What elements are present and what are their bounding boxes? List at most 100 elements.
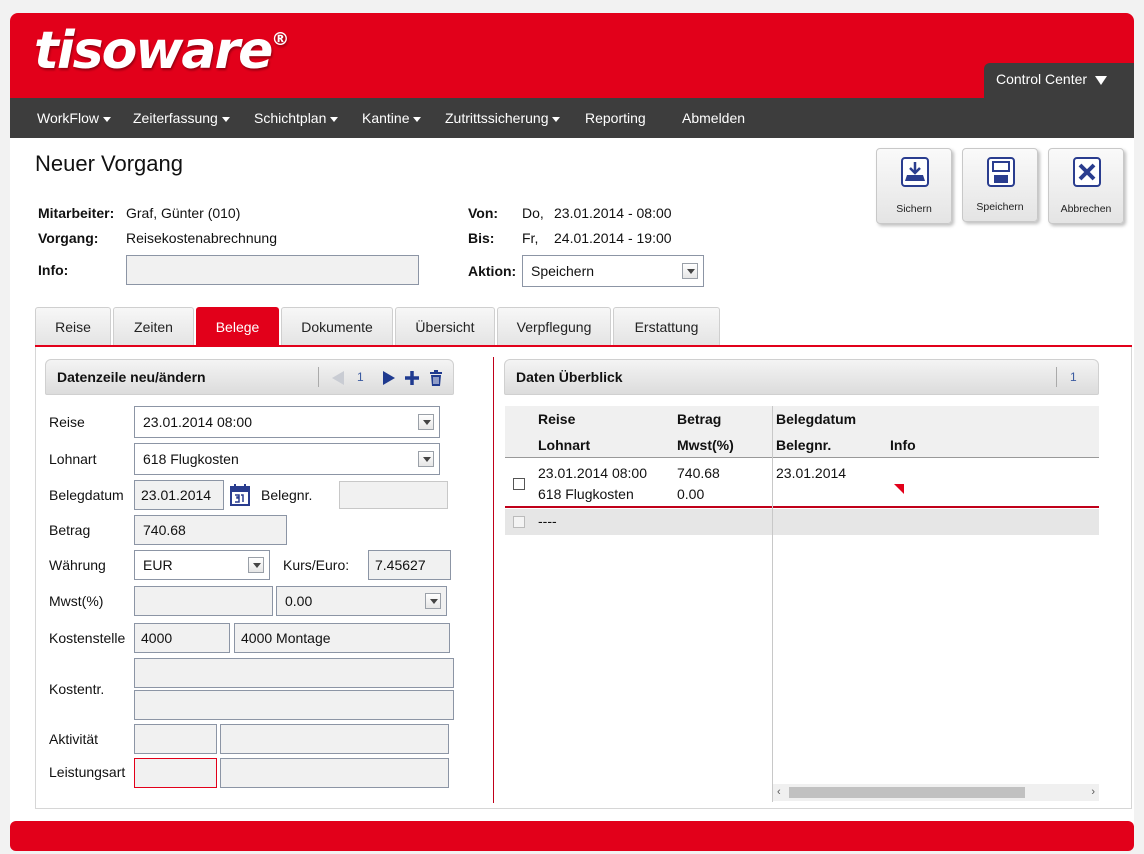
kostenstelle-code-input[interactable]: 4000 xyxy=(134,623,230,653)
waehrung-select[interactable]: EUR xyxy=(134,550,270,580)
leistungsart-label: Leistungsart xyxy=(49,764,126,780)
nav-abmelden[interactable]: Abmelden xyxy=(682,98,745,138)
download-tray-icon xyxy=(901,157,929,187)
table-row[interactable]: ---- xyxy=(505,509,1099,535)
chevron-down-icon xyxy=(248,557,264,573)
right-panel-title: Daten Überblick xyxy=(516,369,623,385)
row-checkbox[interactable] xyxy=(513,516,525,528)
belegdatum-input[interactable]: 23.01.2014 xyxy=(134,480,224,510)
calendar-icon[interactable] xyxy=(230,484,250,506)
belegnr-input[interactable] xyxy=(339,481,448,509)
next-page-icon[interactable] xyxy=(382,370,396,386)
speichern-button[interactable]: Speichern xyxy=(962,148,1038,222)
reise-select[interactable]: 23.01.2014 08:00 xyxy=(134,406,440,438)
bis-label: Bis: xyxy=(468,230,495,246)
kostentr-input-2[interactable] xyxy=(134,690,454,720)
abbrechen-label: Abbrechen xyxy=(1060,203,1112,215)
tab-zeiten[interactable]: Zeiten xyxy=(113,307,194,345)
col-info[interactable]: Info xyxy=(890,437,916,453)
chevron-down-icon xyxy=(102,116,111,122)
waehrung-label: Währung xyxy=(49,557,106,573)
aktion-select[interactable]: Speichern xyxy=(522,255,704,287)
nav-schichtplan[interactable]: Schichtplan xyxy=(254,98,339,138)
col-mwst[interactable]: Mwst(%) xyxy=(677,437,734,453)
kostenstelle-name-input[interactable]: 4000 Montage xyxy=(234,623,450,653)
col-lohnart[interactable]: Lohnart xyxy=(538,437,590,453)
abbrechen-button[interactable]: Abbrechen xyxy=(1048,148,1124,224)
scroll-right-icon[interactable]: › xyxy=(1091,786,1095,798)
kostentr-label: Kostentr. xyxy=(49,681,105,697)
row-reise: ---- xyxy=(538,513,557,529)
tab-dokumente[interactable]: Dokumente xyxy=(281,307,393,345)
kostenstelle-label: Kostenstelle xyxy=(49,630,126,646)
kostentr-input-1[interactable] xyxy=(134,658,454,688)
floppy-disk-icon xyxy=(987,157,1015,187)
table-row[interactable]: 23.01.2014 08:00 618 Flugkosten 740.68 0… xyxy=(505,459,1099,508)
row-belegdatum: 23.01.2014 xyxy=(776,465,847,481)
betrag-input[interactable]: 740.68 xyxy=(134,515,287,545)
bis-day: Fr, xyxy=(522,230,539,246)
aktivitaet-code-input[interactable] xyxy=(134,724,217,754)
nav-zeiterfassung[interactable]: Zeiterfassung xyxy=(133,98,230,138)
prev-page-icon[interactable] xyxy=(331,370,345,386)
col-belegnr[interactable]: Belegnr. xyxy=(776,437,831,453)
row-betrag: 740.68 xyxy=(677,465,720,481)
tab-erstattung[interactable]: Erstattung xyxy=(613,307,720,345)
col-betrag[interactable]: Betrag xyxy=(677,411,721,427)
nav-kantine[interactable]: Kantine xyxy=(362,98,422,138)
chevron-down-icon xyxy=(682,263,698,279)
mitarbeiter-label: Mitarbeiter: xyxy=(38,205,115,221)
waehrung-value: EUR xyxy=(143,557,173,573)
info-flag-icon[interactable] xyxy=(894,484,904,494)
tab-belege[interactable]: Belege xyxy=(196,307,279,345)
nav-zutrittssicherung[interactable]: Zutrittssicherung xyxy=(445,98,561,138)
aktion-label: Aktion: xyxy=(468,263,517,279)
aktivitaet-name-input[interactable] xyxy=(220,724,449,754)
panel-divider xyxy=(493,357,494,803)
mwst-select-value: 0.00 xyxy=(285,593,313,609)
scroll-thumb[interactable] xyxy=(789,787,1025,798)
mwst-select[interactable]: 0.00 xyxy=(276,586,447,616)
mwst-input[interactable] xyxy=(134,586,273,616)
chevron-down-icon xyxy=(330,116,339,122)
footer-bar xyxy=(10,821,1134,851)
mitarbeiter-value: Graf, Günter (010) xyxy=(126,205,241,221)
row-lohnart: 618 Flugkosten xyxy=(538,486,634,502)
vorgang-label: Vorgang: xyxy=(38,230,99,246)
nav-reporting[interactable]: Reporting xyxy=(585,98,646,138)
aktion-value: Speichern xyxy=(531,263,595,279)
main-nav: WorkFlow Zeiterfassung Schichtplan Kanti… xyxy=(10,98,1134,138)
chevron-down-icon xyxy=(221,116,230,122)
aktivitaet-label: Aktivität xyxy=(49,731,99,747)
sichern-button[interactable]: Sichern xyxy=(876,148,952,224)
chevron-down-icon xyxy=(418,414,434,430)
lohnart-value: 618 Flugkosten xyxy=(143,451,239,467)
trash-icon[interactable] xyxy=(429,370,443,386)
von-label: Von: xyxy=(468,205,499,221)
leistungsart-name-input[interactable] xyxy=(220,758,449,788)
page-title: Neuer Vorgang xyxy=(35,151,183,176)
mwst-label: Mwst(%) xyxy=(49,593,104,609)
sichern-label: Sichern xyxy=(896,203,932,215)
kurs-input[interactable]: 7.45627 xyxy=(368,550,451,580)
lohnart-select[interactable]: 618 Flugkosten xyxy=(134,443,440,475)
scroll-left-icon[interactable]: ‹ xyxy=(777,786,781,798)
col-belegdatum[interactable]: Belegdatum xyxy=(776,411,856,427)
chevron-down-icon xyxy=(425,593,441,609)
control-center-label: Control Center xyxy=(996,71,1088,87)
col-reise[interactable]: Reise xyxy=(538,411,575,427)
von-day: Do, xyxy=(522,205,544,221)
reise-label: Reise xyxy=(49,414,85,430)
reise-value: 23.01.2014 08:00 xyxy=(143,414,252,430)
tab-reise[interactable]: Reise xyxy=(35,307,111,345)
horizontal-scrollbar[interactable]: ‹ › xyxy=(773,784,1099,801)
tab-verpflegung[interactable]: Verpflegung xyxy=(497,307,611,345)
add-icon[interactable] xyxy=(404,370,420,386)
leistungsart-code-input[interactable] xyxy=(134,758,217,788)
info-input[interactable] xyxy=(126,255,419,285)
left-page-number: 1 xyxy=(357,370,364,384)
chevron-down-icon xyxy=(413,116,422,122)
row-checkbox[interactable] xyxy=(513,478,525,490)
tab-uebersicht[interactable]: Übersicht xyxy=(395,307,495,345)
nav-workflow[interactable]: WorkFlow xyxy=(37,98,111,138)
